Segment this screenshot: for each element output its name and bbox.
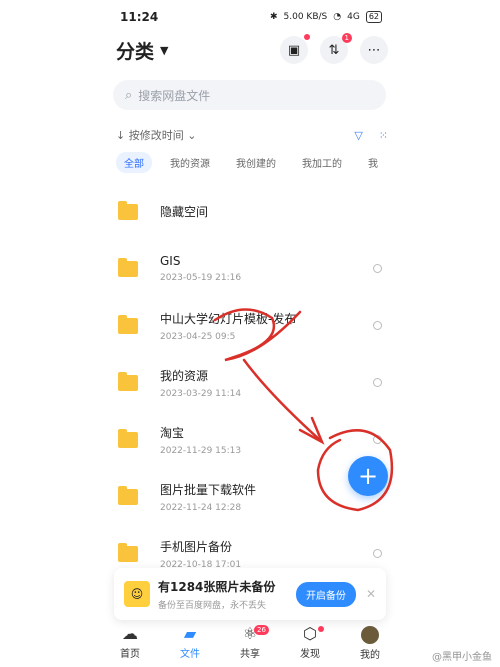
box-icon: ▣ — [287, 42, 301, 58]
watermark: @黑甲小金鱼 — [432, 652, 492, 663]
more-icon: ⋯ — [367, 42, 381, 58]
filter-processed[interactable]: 我加工的 — [294, 152, 350, 173]
page-title[interactable]: 分类 — [116, 37, 154, 64]
tab-label: 首页 — [120, 649, 140, 660]
filter-my-resources[interactable]: 我的资源 — [162, 152, 218, 173]
file-name: 淘宝 — [160, 425, 185, 440]
status-time: 11:24 — [120, 10, 159, 24]
tab-files[interactable]: ▰ 文件 — [160, 623, 220, 667]
sort-transfer-button[interactable]: ⇅ 1 — [320, 33, 352, 64]
backup-banner: ☺ 有1284张照片未备份 备份至百度网盘，永不丢失 开启备份 ✕ — [114, 568, 386, 620]
transfer-button[interactable]: ▣ — [280, 34, 310, 64]
more-button[interactable]: ⋯ — [360, 36, 388, 64]
tab-label: 我的 — [360, 650, 380, 661]
filter-all[interactable]: 全部 — [116, 152, 152, 173]
file-name: 图片批量下载软件 — [160, 482, 257, 497]
banner-title: 有1284张照片未备份 — [158, 579, 276, 594]
folder-icon — [118, 371, 138, 391]
close-icon[interactable]: ✕ — [366, 587, 376, 601]
bluetooth-icon: ✱ — [269, 12, 278, 22]
file-name: 手机图片备份 — [160, 539, 233, 554]
tab-home[interactable]: ☁ 首页 — [100, 623, 160, 667]
select-radio[interactable] — [373, 264, 382, 273]
avatar — [361, 626, 379, 644]
sort-label[interactable]: 按修改时间 — [129, 127, 184, 143]
tab-discover[interactable]: ⬡ 发现 — [280, 623, 340, 667]
file-date: 2022-11-24 12:28 — [160, 502, 242, 513]
tab-label: 发现 — [300, 649, 320, 660]
tab-badge: 26 — [254, 625, 269, 635]
notification-dot — [304, 34, 310, 40]
arrows-icon: ⇅ — [328, 42, 340, 58]
file-name: 隐藏空间 — [160, 205, 209, 219]
select-radio[interactable] — [373, 321, 382, 330]
folder-icon: ▰ — [183, 624, 197, 643]
filter-tabs: 全部 我的资源 我创建的 我加工的 我 — [116, 152, 388, 173]
select-radio[interactable] — [373, 549, 382, 558]
photo-thumbnail: ☺ — [124, 581, 150, 607]
wifi-icon: ◔ — [333, 12, 342, 22]
list-item[interactable]: GIS 2023-05-19 21:16 — [118, 240, 388, 297]
sort-bar: ↓ 按修改时间 ⌄ ▽ ⁙ — [116, 127, 388, 143]
search-icon: ⌕ — [125, 87, 133, 103]
list-item[interactable]: 淘宝 2022-11-29 15:13 — [118, 411, 388, 468]
folder-icon — [118, 542, 138, 562]
filter-icon[interactable]: ▽ — [354, 129, 362, 142]
bottom-tab-bar: ☁ 首页 ▰ 文件 ⚛ 26 共享 ⬡ 发现 我的 — [100, 623, 400, 667]
battery-icon: 62 — [365, 11, 382, 23]
signal-icon: 4G — [347, 12, 360, 22]
tab-label: 共享 — [240, 649, 260, 660]
filter-created[interactable]: 我创建的 — [228, 152, 284, 173]
file-date: 2023-05-19 21:16 — [160, 273, 242, 283]
notification-dot — [318, 626, 324, 632]
cube-icon: ⬡ — [303, 624, 317, 643]
file-date: 2023-04-25 09:5 — [160, 331, 236, 342]
grid-view-icon[interactable]: ⁙ — [379, 129, 388, 142]
select-radio[interactable] — [373, 378, 382, 387]
caret-down-icon[interactable]: ▼ — [160, 44, 168, 57]
search-placeholder: 搜索网盘文件 — [138, 88, 211, 103]
banner-subtitle: 备份至百度网盘，永不丢失 — [158, 600, 267, 611]
file-date: 2022-11-29 15:13 — [160, 445, 242, 456]
folder-icon — [118, 314, 138, 334]
count-badge: 1 — [341, 33, 352, 43]
list-item[interactable]: 中山大学幻灯片模板-发布 2023-04-25 09:5 — [118, 297, 388, 354]
header: 分类 ▼ ▣ ⇅ 1 ⋯ — [116, 33, 388, 64]
file-list: 隐藏空间 GIS 2023-05-19 21:16 中山大学幻灯片模板-发布 2… — [118, 183, 388, 582]
tab-label: 文件 — [180, 649, 200, 660]
chevron-down-icon[interactable]: ⌄ — [184, 129, 196, 142]
cloud-icon: ☁ — [122, 624, 138, 643]
select-radio[interactable] — [373, 435, 382, 444]
tab-me[interactable]: 我的 — [340, 623, 400, 667]
tab-share[interactable]: ⚛ 26 共享 — [220, 623, 280, 667]
folder-icon — [118, 200, 138, 220]
list-item[interactable]: 隐藏空间 — [118, 183, 388, 240]
status-icons: ✱ 5.00 KB/S ◔ 4G 62 — [270, 11, 382, 23]
file-date: 2023-03-29 11:14 — [160, 388, 242, 399]
file-name: GIS — [160, 254, 181, 268]
search-input[interactable]: ⌕ 搜索网盘文件 — [113, 80, 386, 110]
sort-arrow-icon: ↓ — [116, 128, 129, 142]
plus-icon: + — [357, 462, 379, 490]
file-name: 中山大学幻灯片模板-发布 — [160, 311, 297, 326]
folder-icon — [118, 257, 138, 277]
header-actions: ▣ ⇅ 1 ⋯ — [280, 33, 388, 64]
list-item[interactable]: 我的资源 2023-03-29 11:14 — [118, 354, 388, 411]
file-name: 我的资源 — [160, 368, 209, 383]
add-button[interactable]: + — [348, 456, 388, 496]
enable-backup-button[interactable]: 开启备份 — [295, 581, 356, 607]
status-bar: 11:24 ✱ 5.00 KB/S ◔ 4G 62 — [0, 0, 500, 34]
folder-icon — [118, 428, 138, 448]
filter-more[interactable]: 我 — [360, 152, 386, 173]
network-speed: 5.00 KB/S — [283, 12, 328, 22]
folder-icon — [118, 485, 138, 505]
